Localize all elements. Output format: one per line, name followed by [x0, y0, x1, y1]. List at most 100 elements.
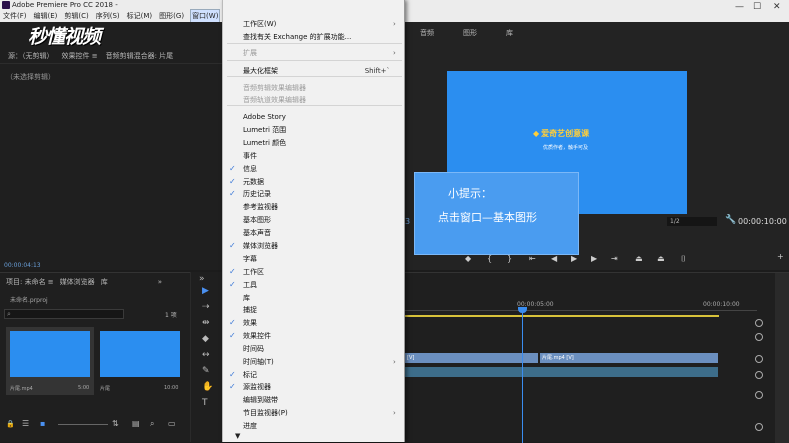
- tab-effect-controls[interactable]: 效果控件 ≡: [62, 51, 98, 61]
- tab-libraries[interactable]: 库: [506, 28, 513, 38]
- watermark-logo: 秒懂视频: [28, 26, 101, 48]
- add-marker-icon[interactable]: ◆: [465, 254, 471, 263]
- menu-item[interactable]: 节目监视器(P): [243, 407, 288, 419]
- lift-icon[interactable]: ⏏: [635, 254, 643, 263]
- menu-item[interactable]: 时间轴(T): [243, 356, 274, 368]
- menu-item[interactable]: 效果: [229, 317, 257, 329]
- menu-item[interactable]: 事件: [243, 150, 257, 162]
- list-view-icon[interactable]: ☰: [22, 419, 29, 428]
- menu-item[interactable]: 信息: [229, 163, 257, 175]
- tab-project[interactable]: 项目: 未命名 ≡: [6, 277, 54, 287]
- slip-tool-icon[interactable]: ↔: [202, 350, 210, 360]
- timeline-ruler[interactable]: 00:00:05:00 00:00:10:00: [405, 297, 757, 311]
- menu-item[interactable]: 字幕: [243, 253, 257, 265]
- menu-item[interactable]: 标记: [229, 369, 257, 381]
- menu-file[interactable]: 文件(F): [3, 10, 27, 22]
- menu-item[interactable]: 捕捉: [243, 304, 257, 316]
- play-icon[interactable]: ▶: [571, 254, 577, 263]
- tab-libraries[interactable]: 库: [101, 277, 108, 287]
- menu-item[interactable]: Adobe Story: [243, 111, 286, 123]
- razor-tool-icon[interactable]: ◆: [202, 334, 209, 344]
- maximize-button[interactable]: ☐: [753, 2, 761, 12]
- menu-item[interactable]: 时间码: [243, 343, 264, 355]
- lock-icon[interactable]: 🔒: [6, 420, 15, 428]
- track-height-knob[interactable]: [755, 423, 763, 431]
- go-to-out-icon[interactable]: ⇥: [611, 254, 618, 263]
- sort-icon[interactable]: ⇅: [112, 419, 119, 428]
- track-height-knob[interactable]: [755, 319, 763, 327]
- tab-source[interactable]: 源：（无剪辑）: [8, 51, 54, 61]
- minimize-button[interactable]: —: [735, 2, 744, 12]
- menu-item-label: 时间码: [243, 345, 264, 353]
- type-tool-icon[interactable]: T: [202, 398, 208, 408]
- menu-item[interactable]: 参考监视器: [243, 201, 278, 213]
- menu-item[interactable]: 元数据: [229, 176, 264, 188]
- menu-item[interactable]: 历史记录: [229, 188, 271, 200]
- menu-item[interactable]: 媒体浏览器: [229, 240, 278, 252]
- program-timecode-left: 3: [405, 217, 411, 226]
- menu-item[interactable]: 工具: [229, 279, 257, 291]
- menu-item[interactable]: 库: [243, 292, 250, 304]
- panel-overflow-icon[interactable]: »: [199, 274, 205, 284]
- track-height-knob[interactable]: [755, 355, 763, 363]
- tab-audio[interactable]: 音频: [420, 28, 434, 38]
- menu-edit[interactable]: 编辑(E): [34, 10, 58, 22]
- go-to-in-icon[interactable]: ⇤: [529, 254, 536, 263]
- menu-item[interactable]: 基本图形: [243, 214, 271, 226]
- menu-clip[interactable]: 剪辑(C): [64, 10, 88, 22]
- track-select-tool-icon[interactable]: ⇢: [202, 302, 210, 312]
- find-icon[interactable]: ⌕: [150, 419, 154, 429]
- scroll-more-icon[interactable]: ▼: [235, 432, 240, 440]
- pen-tool-icon[interactable]: ✎: [202, 366, 210, 376]
- track-height-knob[interactable]: [755, 333, 763, 341]
- step-forward-icon[interactable]: ▶: [591, 254, 597, 263]
- playhead-handle[interactable]: [518, 307, 527, 313]
- menu-graphics[interactable]: 图形(G): [159, 10, 184, 22]
- selection-tool-icon[interactable]: ▶: [202, 286, 209, 296]
- extract-icon[interactable]: ⏏: [657, 254, 665, 263]
- video-clip[interactable]: [V]: [405, 353, 538, 363]
- new-bin-icon[interactable]: ▭: [168, 419, 176, 428]
- tab-graphics[interactable]: 图形: [463, 28, 477, 38]
- track-height-knob[interactable]: [755, 391, 763, 399]
- add-button-icon[interactable]: +: [777, 252, 784, 261]
- menu-item[interactable]: 编辑到磁带: [243, 394, 278, 406]
- hand-tool-icon[interactable]: ✋: [202, 382, 213, 392]
- mark-in-icon[interactable]: {: [487, 254, 492, 263]
- menu-item[interactable]: 效果控件: [229, 330, 271, 342]
- work-area-bar[interactable]: [405, 315, 719, 317]
- menu-sequence[interactable]: 序列(S): [96, 10, 120, 22]
- zoom-slider[interactable]: [58, 424, 108, 425]
- mark-out-icon[interactable]: }: [507, 254, 512, 263]
- project-search-input[interactable]: ⌕: [4, 309, 124, 319]
- project-item[interactable]: 片尾 10:00: [96, 327, 184, 395]
- timeline-scrollbar[interactable]: [775, 273, 789, 443]
- wrench-icon[interactable]: 🔧: [725, 215, 736, 225]
- step-back-icon[interactable]: ◀: [551, 254, 557, 263]
- panel-overflow-icon[interactable]: »: [158, 278, 162, 286]
- menu-item[interactable]: 查找有关 Exchange 的扩展功能...: [243, 31, 351, 43]
- menu-item[interactable]: Lumetri 范围: [243, 124, 286, 136]
- ripple-edit-tool-icon[interactable]: ⇹: [202, 318, 210, 328]
- audio-clip[interactable]: [405, 367, 718, 377]
- automate-icon[interactable]: ▤: [132, 419, 140, 428]
- project-item[interactable]: 片尾.mp4 5:00: [6, 327, 94, 395]
- menu-item[interactable]: 源监视器: [229, 381, 271, 393]
- menu-item[interactable]: 进度: [243, 420, 257, 432]
- playhead-line[interactable]: [522, 309, 523, 443]
- menu-marker[interactable]: 标记(M): [127, 10, 153, 22]
- menu-item[interactable]: 基本声音: [243, 227, 271, 239]
- track-height-knob[interactable]: [755, 371, 763, 379]
- zoom-level-select[interactable]: 1/2: [667, 217, 717, 226]
- tab-audio-clip-mixer[interactable]: 音频剪辑混合器: 片尾: [106, 51, 174, 61]
- menu-item[interactable]: 最大化框架: [243, 65, 278, 77]
- menu-item[interactable]: 工作区(W): [243, 18, 276, 30]
- icon-view-icon[interactable]: ▪: [40, 419, 45, 428]
- close-button[interactable]: ✕: [773, 2, 781, 12]
- tab-media-browser[interactable]: 媒体浏览器: [60, 277, 95, 287]
- menu-item[interactable]: 工作区: [229, 266, 264, 278]
- menu-window[interactable]: 窗口(W): [190, 9, 221, 23]
- export-frame-icon[interactable]: ⌷: [681, 254, 686, 264]
- menu-item[interactable]: Lumetri 颜色: [243, 137, 286, 149]
- video-clip[interactable]: 片尾.mp4 [V]: [540, 353, 718, 363]
